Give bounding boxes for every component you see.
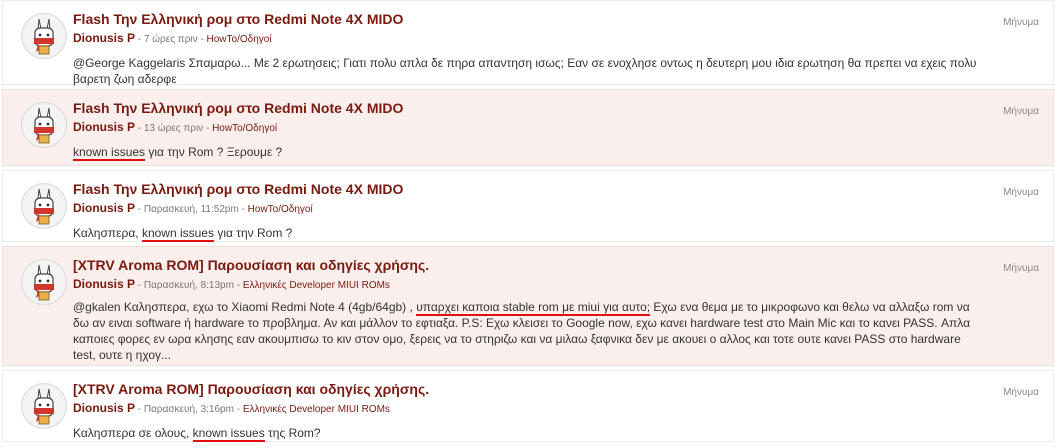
post-content: [XTRV Aroma ROM] Παρουσίαση και οδηγίες … <box>73 379 983 442</box>
miui-bunny-avatar-icon <box>23 385 65 427</box>
result-post: [XTRV Aroma ROM] Παρουσίαση και οδηγίες … <box>2 370 1054 442</box>
post-forum-link[interactable]: HowTo/Οδηγοί <box>248 204 313 215</box>
snippet-text: @gkalen Καλησπερα, εχω το Xiaomi Redmi N… <box>73 300 417 314</box>
post-meta: Dionusis P - Παρασκευή, 8:13pm - Ελληνικ… <box>73 277 983 291</box>
miui-bunny-avatar-icon <box>23 185 65 227</box>
avatar[interactable] <box>21 102 67 148</box>
result-post: Flash Την Ελληνική ρομ στο Redmi Note 4X… <box>2 89 1054 166</box>
search-results-list: Flash Την Ελληνική ρομ στο Redmi Note 4X… <box>0 0 1060 442</box>
content-type-label: Μήνυμα <box>1003 387 1039 398</box>
post-snippet: known issues για την Rom ? Ξερουμε ? <box>73 144 983 161</box>
miui-bunny-avatar-icon <box>23 104 65 146</box>
highlighted-term: known issues <box>73 145 146 161</box>
post-title-link[interactable]: Flash Την Ελληνική ρομ στο Redmi Note 4X… <box>73 181 403 197</box>
post-time: 13 ώρες πριν <box>143 123 204 134</box>
avatar[interactable] <box>21 13 67 59</box>
post-forum-link[interactable]: HowTo/Οδηγοί <box>207 34 272 45</box>
post-time: Παρασκευή, 8:13pm <box>143 280 234 291</box>
post-snippet: @gkalen Καλησπερα, εχω το Xiaomi Redmi N… <box>73 299 983 363</box>
highlighted-term: υπαρχει καποια stable rom με miui για αυ… <box>416 300 651 316</box>
snippet-text: Καλησπερα, <box>73 226 142 240</box>
post-snippet: @George Kaggelaris Σπαμαρω... Με 2 ερωτη… <box>73 55 983 87</box>
highlighted-term: known issues <box>192 426 265 442</box>
post-content: Flash Την Ελληνική ρομ στο Redmi Note 4X… <box>73 98 983 161</box>
miui-bunny-avatar-icon <box>23 261 65 303</box>
post-time: Παρασκευή, 11:52pm <box>143 204 239 215</box>
post-author-link[interactable]: Dionusis P <box>73 277 135 291</box>
post-content: Flash Την Ελληνική ρομ στο Redmi Note 4X… <box>73 179 983 242</box>
post-time: 7 ώρες πριν <box>143 34 198 45</box>
snippet-text: της Rom? <box>264 426 321 440</box>
highlighted-term: known issues <box>141 226 214 242</box>
post-meta: Dionusis P - 13 ώρες πριν - HowTo/Οδηγοί <box>73 120 983 134</box>
post-author-link[interactable]: Dionusis P <box>73 31 135 45</box>
post-title-link[interactable]: [XTRV Aroma ROM] Παρουσίαση και οδηγίες … <box>73 257 429 273</box>
post-author-link[interactable]: Dionusis P <box>73 120 135 134</box>
post-title-link[interactable]: Flash Την Ελληνική ρομ στο Redmi Note 4X… <box>73 100 403 116</box>
post-meta: Dionusis P - Παρασκευή, 11:52pm - HowTo/… <box>73 201 983 215</box>
avatar[interactable] <box>21 183 67 229</box>
miui-bunny-avatar-icon <box>23 15 65 57</box>
content-type-label: Μήνυμα <box>1003 17 1039 28</box>
snippet-text: για την Rom ? <box>213 226 293 240</box>
result-post: [XTRV Aroma ROM] Παρουσίαση και οδηγίες … <box>2 246 1054 366</box>
avatar[interactable] <box>21 383 67 429</box>
post-content: Flash Την Ελληνική ρομ στο Redmi Note 4X… <box>73 9 983 87</box>
post-forum-link[interactable]: Ελληνικές Developer MIUI ROMs <box>243 404 390 415</box>
post-author-link[interactable]: Dionusis P <box>73 401 135 415</box>
result-post: Flash Την Ελληνική ρομ στο Redmi Note 4X… <box>2 0 1054 87</box>
post-title-link[interactable]: Flash Την Ελληνική ρομ στο Redmi Note 4X… <box>73 11 403 27</box>
content-type-label: Μήνυμα <box>1003 263 1039 274</box>
snippet-text: Καλησπερα σε ολους, <box>73 426 193 440</box>
post-title-link[interactable]: [XTRV Aroma ROM] Παρουσίαση και οδηγίες … <box>73 381 429 397</box>
post-meta: Dionusis P - 7 ώρες πριν - HowTo/Οδηγοί <box>73 31 983 45</box>
result-post: Flash Την Ελληνική ρομ στο Redmi Note 4X… <box>2 170 1054 242</box>
post-time: Παρασκευή, 3:16pm <box>143 404 234 415</box>
content-type-label: Μήνυμα <box>1003 106 1039 117</box>
post-snippet: Καλησπερα, known issues για την Rom ? <box>73 225 983 242</box>
post-author-link[interactable]: Dionusis P <box>73 201 135 215</box>
avatar[interactable] <box>21 259 67 305</box>
post-snippet: Καλησπερα σε ολους, known issues της Rom… <box>73 425 983 442</box>
post-forum-link[interactable]: Ελληνικές Developer MIUI ROMs <box>243 280 390 291</box>
content-type-label: Μήνυμα <box>1003 187 1039 198</box>
post-content: [XTRV Aroma ROM] Παρουσίαση και οδηγίες … <box>73 255 983 363</box>
snippet-text: @George Kaggelaris Σπαμαρω... Με 2 ερωτη… <box>73 56 977 86</box>
post-forum-link[interactable]: HowTo/Οδηγοί <box>212 123 277 134</box>
post-meta: Dionusis P - Παρασκευή, 3:16pm - Ελληνικ… <box>73 401 983 415</box>
snippet-text: για την Rom ? Ξερουμε ? <box>145 145 283 159</box>
